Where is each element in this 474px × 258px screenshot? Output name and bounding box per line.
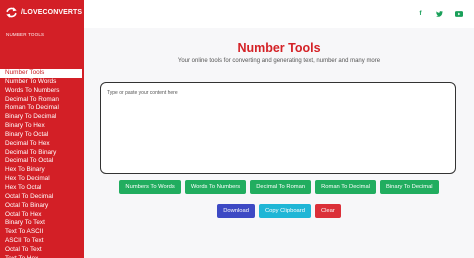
sidebar-item-decimal-to-octal[interactable]: Decimal To Octal <box>0 157 84 166</box>
sidebar-section-label: NUMBER TOOLS <box>6 32 45 37</box>
content-textarea[interactable]: Type or paste your content here <box>100 82 456 174</box>
sidebar-item-hex-to-decimal[interactable]: Hex To Decimal <box>0 175 84 184</box>
page-title: Number Tools <box>237 41 321 55</box>
twitter-icon[interactable] <box>435 9 444 18</box>
roman-to-decimal-button[interactable]: Roman To Decimal <box>315 180 376 194</box>
copy-clipboard-button[interactable]: Copy Clipboard <box>258 204 311 218</box>
sidebar: /LOVECONVERTS NUMBER TOOLS Number Tools N… <box>0 0 84 258</box>
sidebar-item-octal-to-decimal[interactable]: Octal To Decimal <box>0 193 84 202</box>
sidebar-item-roman-to-decimal[interactable]: Roman To Decimal <box>0 104 84 113</box>
sidebar-item-octal-to-text[interactable]: Octal To Text <box>0 246 84 255</box>
sidebar-item-text-to-ascii[interactable]: Text To ASCII <box>0 228 84 237</box>
refresh-arrows-icon <box>4 5 18 19</box>
sidebar-item-hex-to-binary[interactable]: Hex To Binary <box>0 166 84 175</box>
action-button-row: Download Copy Clipboard Clear <box>84 204 474 218</box>
sidebar-item-decimal-to-hex[interactable]: Decimal To Hex <box>0 140 84 149</box>
sidebar-item-binary-to-text[interactable]: Binary To Text <box>0 219 84 228</box>
sidebar-item-decimal-to-roman[interactable]: Decimal To Roman <box>0 96 84 105</box>
download-button[interactable]: Download <box>217 204 255 218</box>
clear-button[interactable]: Clear <box>314 204 341 218</box>
sidebar-item-decimal-to-binary[interactable]: Decimal To Binary <box>0 149 84 158</box>
words-to-numbers-button[interactable]: Words To Numbers <box>184 180 247 194</box>
sidebar-item-ascii-to-text[interactable]: ASCII To Text <box>0 237 84 246</box>
decimal-to-roman-button[interactable]: Decimal To Roman <box>250 180 312 194</box>
sidebar-item-binary-to-hex[interactable]: Binary To Hex <box>0 122 84 131</box>
top-bar: f <box>84 0 474 28</box>
sidebar-menu: Number Tools Number To Words Words To Numb… <box>0 69 84 258</box>
numbers-to-words-button[interactable]: Numbers To Words <box>119 180 181 194</box>
sidebar-item-number-to-words[interactable]: Number To Words <box>0 78 84 87</box>
sidebar-item-octal-to-hex[interactable]: Octal To Hex <box>0 211 84 220</box>
brand-name: /LOVECONVERTS <box>21 8 83 16</box>
binary-to-decimal-button[interactable]: Binary To Decimal <box>379 180 439 194</box>
sidebar-item-words-to-numbers[interactable]: Words To Numbers <box>0 87 84 96</box>
facebook-icon[interactable]: f <box>416 9 425 18</box>
sidebar-item-binary-to-decimal[interactable]: Binary To Decimal <box>0 113 84 122</box>
youtube-icon[interactable] <box>454 9 463 18</box>
brand-logo[interactable]: /LOVECONVERTS <box>0 0 84 24</box>
sidebar-item-octal-to-binary[interactable]: Octal To Binary <box>0 202 84 211</box>
page-subtitle: Your online tools for converting and gen… <box>177 58 381 64</box>
main-content: Number Tools Your online tools for conve… <box>84 28 474 258</box>
convert-button-row: Numbers To Words Words To Numbers Decima… <box>84 180 474 194</box>
sidebar-item-hex-to-octal[interactable]: Hex To Octal <box>0 184 84 193</box>
sidebar-item-number-tools[interactable]: Number Tools <box>0 69 82 78</box>
sidebar-item-binary-to-octal[interactable]: Binary To Octal <box>0 131 84 140</box>
